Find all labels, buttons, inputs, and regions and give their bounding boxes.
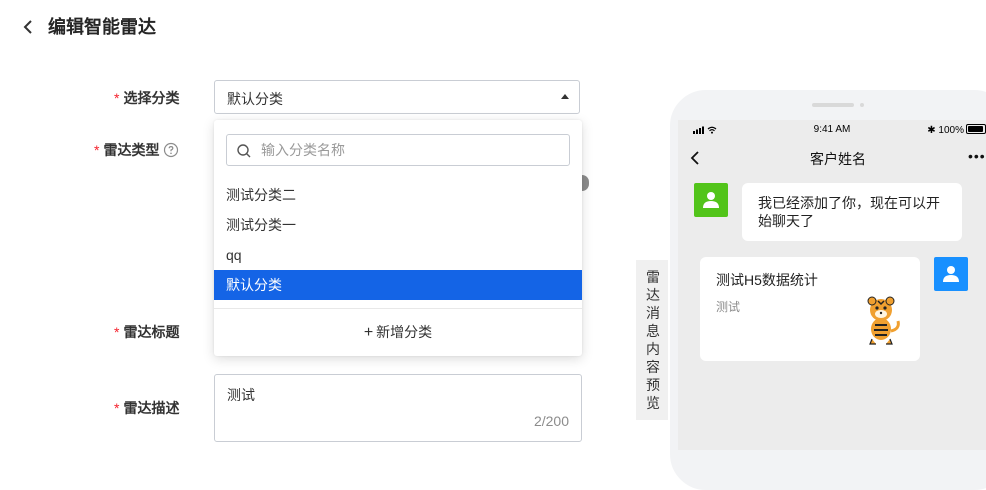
user-avatar: [934, 257, 968, 291]
add-category-button[interactable]: + 新增分类: [214, 318, 582, 346]
category-dropdown: 测试分类二 测试分类一 qq 默认分类 +新增分类: [214, 120, 582, 356]
divider: [214, 308, 582, 309]
required-mark: *: [94, 142, 100, 158]
required-mark: *: [114, 324, 120, 340]
description-value: 测试: [227, 387, 255, 403]
chat-message-text: 我已经添加了你，现在可以开始聊天了: [758, 195, 940, 229]
char-count: 2/200: [533, 413, 569, 429]
dropdown-option-selected[interactable]: 默认分类: [214, 270, 582, 300]
category-search-input[interactable]: [261, 135, 561, 165]
bluetooth-icon: ✱: [927, 125, 936, 136]
page-title: 编辑智能雷达: [48, 17, 156, 37]
phone-speaker: [812, 103, 854, 107]
radar-title-label: * 雷达标题: [114, 324, 180, 340]
plus-icon: +: [363, 324, 374, 341]
preview-tab-label: 雷达消息内容预览: [646, 269, 660, 411]
required-mark: *: [114, 90, 120, 106]
card-title: 测试H5数据统计: [716, 272, 818, 288]
help-icon[interactable]: [163, 142, 179, 163]
radar-type-label: * 雷达类型: [94, 140, 179, 163]
preview-tab[interactable]: 雷达消息内容预览: [636, 260, 668, 420]
page-header: 编辑智能雷达: [0, 0, 986, 56]
search-icon: [236, 143, 252, 164]
dropdown-option[interactable]: 测试分类二: [214, 180, 582, 210]
back-arrow-icon[interactable]: [18, 16, 38, 38]
tiger-mascot-icon: [858, 295, 904, 348]
battery-status: ✱ 100%: [927, 124, 986, 136]
radar-desc-label: * 雷达描述: [114, 400, 180, 416]
link-card: 测试H5数据统计 测试: [700, 257, 920, 361]
battery-icon: [966, 124, 986, 134]
dropdown-option[interactable]: qq: [214, 240, 582, 270]
more-icon[interactable]: •••: [968, 148, 986, 164]
card-desc: 测试: [716, 300, 741, 314]
phone-camera: [860, 103, 864, 107]
contact-avatar: [694, 183, 728, 217]
category-search[interactable]: [226, 134, 570, 166]
chat-title: 客户姓名: [810, 151, 866, 167]
status-bar: 9:41 AM ✱ 100%: [678, 123, 986, 139]
chat-message-bubble: 我已经添加了你，现在可以开始聊天了: [742, 183, 962, 241]
dropdown-option[interactable]: 测试分类一: [214, 210, 582, 240]
caret-up-icon: [561, 94, 569, 99]
category-select-value: 默认分类: [227, 91, 283, 107]
description-textarea[interactable]: 测试 2/200: [214, 374, 582, 442]
category-select[interactable]: 默认分类: [214, 80, 580, 114]
category-label: * 选择分类: [114, 90, 180, 106]
required-mark: *: [114, 400, 120, 416]
